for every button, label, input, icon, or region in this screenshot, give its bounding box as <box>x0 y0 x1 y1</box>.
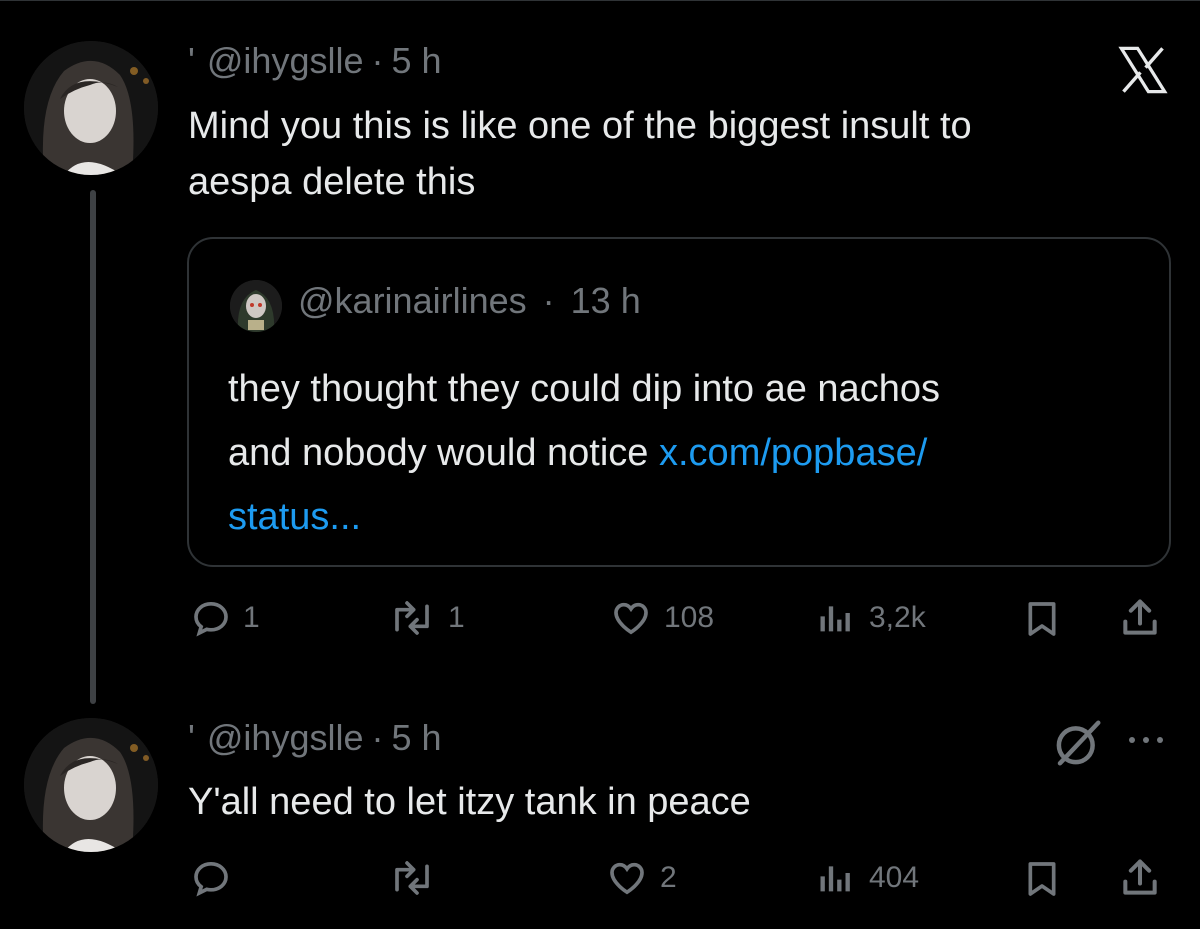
views-button[interactable]: 3,2k <box>815 598 926 638</box>
quoted-text: they thought they could dip into ae nach… <box>228 357 1148 549</box>
views-chart-icon <box>820 866 850 892</box>
quoted-text-line: they thought they could dip into ae nach… <box>228 368 940 410</box>
reply-icon <box>194 601 228 637</box>
tweet-text-line: aespa delete this <box>188 161 476 203</box>
views-chart-icon <box>820 606 850 632</box>
tweet-text: Y'all need to let itzy tank in peace <box>188 781 751 823</box>
avatar-image <box>24 41 158 175</box>
repost-button[interactable]: 1 <box>388 598 465 638</box>
view-count: 3,2k <box>869 601 926 634</box>
name-prefix: ' <box>188 40 195 81</box>
quoted-avatar-image <box>230 280 282 332</box>
quoted-link-continuation[interactable]: status... <box>228 485 1148 549</box>
quoted-timestamp[interactable]: 13 h <box>571 280 641 321</box>
like-button[interactable]: 2 <box>606 858 677 898</box>
separator-dot: · <box>371 717 384 758</box>
repost-count: 1 <box>448 601 465 634</box>
grok-icon[interactable] <box>1050 716 1106 770</box>
share-icon[interactable] <box>1118 856 1162 900</box>
tweet-header: ' @ihygslle · 5 h <box>188 40 442 82</box>
repost-icon <box>395 601 429 635</box>
heart-icon <box>614 602 648 635</box>
like-button[interactable]: 108 <box>610 598 714 638</box>
repost-icon <box>395 861 429 895</box>
more-options-icon[interactable] <box>1124 730 1168 750</box>
tweet-text: Mind you this is like one of the biggest… <box>188 98 972 210</box>
quoted-handle[interactable]: @karinairlines <box>298 280 527 321</box>
like-count: 108 <box>664 601 715 634</box>
quoted-text-line: and nobody would notice <box>228 432 659 474</box>
reply-button[interactable]: 1 <box>191 598 260 638</box>
quoted-header: @karinairlines · 13 h <box>298 280 641 322</box>
avatar[interactable] <box>24 41 158 175</box>
share-icon[interactable] <box>1118 596 1162 640</box>
like-count: 2 <box>660 861 677 894</box>
avatar-image <box>24 718 158 852</box>
user-handle[interactable]: @ihygslle <box>207 717 364 759</box>
views-button[interactable]: 404 <box>815 858 919 898</box>
name-prefix: ' <box>188 717 195 758</box>
separator-dot: · <box>542 280 555 321</box>
timestamp[interactable]: 5 h <box>391 40 441 82</box>
reply-count: 1 <box>243 601 260 634</box>
reply-icon <box>194 861 228 897</box>
heart-icon <box>610 862 644 895</box>
tweet-text-line: Mind you this is like one of the biggest… <box>188 105 972 147</box>
timestamp[interactable]: 5 h <box>391 717 441 759</box>
repost-button[interactable] <box>388 858 436 898</box>
bookmark-icon[interactable] <box>1022 858 1062 900</box>
reply-button[interactable] <box>191 858 231 898</box>
quoted-link[interactable]: x.com/popbase/ <box>659 432 927 474</box>
tweet-header: ' @ihygslle · 5 h <box>188 717 442 759</box>
thread-connector <box>90 190 96 704</box>
top-divider <box>0 0 1200 1</box>
separator-dot: · <box>371 40 384 81</box>
bookmark-icon[interactable] <box>1022 598 1062 640</box>
user-handle[interactable]: @ihygslle <box>207 40 364 82</box>
avatar[interactable] <box>24 718 158 852</box>
x-logo-icon <box>1118 46 1168 94</box>
view-count: 404 <box>869 861 920 894</box>
quoted-avatar[interactable] <box>230 280 282 332</box>
